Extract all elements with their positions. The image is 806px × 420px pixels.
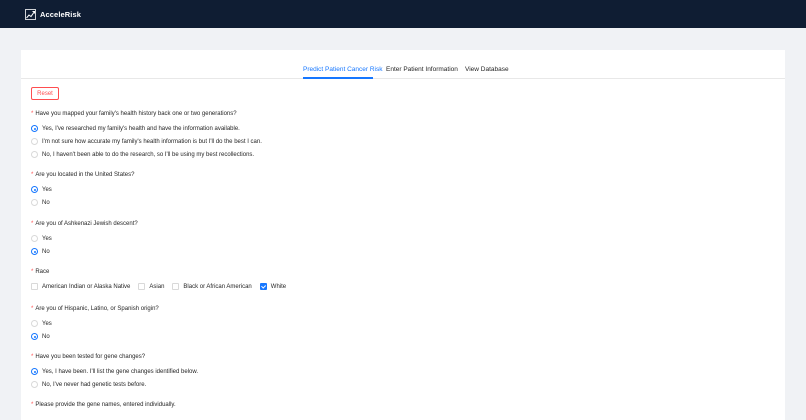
question-us-location: * Are you located in the United States? — [31, 172, 134, 178]
radio-ashkenazi-no[interactable]: No — [31, 248, 50, 255]
checkbox-checked-icon[interactable] — [259, 283, 267, 290]
option-label: Yes, I have been. I'll list the gene cha… — [42, 368, 199, 375]
required-marker: * — [31, 111, 34, 117]
question-label: Please provide the gene names, entered i… — [35, 402, 176, 408]
option-label: Yes — [42, 235, 52, 242]
radio-unchecked-icon[interactable] — [31, 138, 38, 145]
checkbox-unchecked-icon[interactable] — [31, 283, 38, 290]
checkbox-race-asian[interactable]: Asian — [138, 283, 164, 290]
tab-view-database[interactable]: View Database — [465, 66, 509, 73]
top-header-bar: AcceleRisk — [0, 0, 806, 28]
option-label: No, I've never had genetic tests before. — [42, 381, 147, 388]
option-label: Black or African American — [183, 283, 252, 290]
option-label: I'm not sure how accurate my family's he… — [42, 138, 262, 145]
option-label: Yes, I've researched my family's health … — [42, 125, 240, 132]
radio-unchecked-icon[interactable] — [31, 151, 38, 158]
question-gene-test: * Have you been tested for gene changes? — [31, 354, 145, 360]
checkbox-race-white[interactable]: White — [259, 283, 287, 290]
question-label: Have you been tested for gene changes? — [35, 354, 146, 360]
checkbox-race-american-indian[interactable]: American Indian or Alaska Native — [31, 283, 130, 290]
question-label: Are you of Hispanic, Latino, or Spanish … — [35, 306, 159, 312]
radio-checked-icon[interactable] — [31, 333, 38, 340]
chart-logo-icon — [25, 8, 36, 20]
option-label: Asian — [149, 283, 165, 290]
option-label: No — [42, 199, 50, 206]
question-label: Race — [35, 269, 50, 275]
radio-unchecked-icon[interactable] — [31, 199, 38, 206]
radio-unchecked-icon[interactable] — [31, 235, 38, 242]
checkbox-race-black[interactable]: Black or African American — [172, 283, 252, 290]
option-label: No — [42, 248, 50, 255]
option-label: Yes — [42, 186, 52, 193]
required-marker: * — [31, 269, 34, 275]
radio-gene-test-no[interactable]: No, I've never had genetic tests before. — [31, 381, 146, 388]
required-marker: * — [31, 402, 34, 408]
question-label: Are you of Ashkenazi Jewish descent? — [35, 221, 138, 227]
required-marker: * — [31, 221, 34, 227]
option-label: Yes — [42, 320, 52, 327]
question-ashkenazi: * Are you of Ashkenazi Jewish descent? — [31, 221, 138, 227]
tab-predict-patient-cancer-risk[interactable]: Predict Patient Cancer Risk — [303, 66, 382, 73]
radio-family-history-no[interactable]: No, I haven't been able to do the resear… — [31, 151, 254, 158]
radio-family-history-yes[interactable]: Yes, I've researched my family's health … — [31, 125, 240, 132]
option-label: No — [42, 333, 50, 340]
radio-us-location-yes[interactable]: Yes — [31, 186, 52, 193]
radio-unchecked-icon[interactable] — [31, 320, 38, 327]
required-marker: * — [31, 306, 34, 312]
radio-family-history-unsure[interactable]: I'm not sure how accurate my family's he… — [31, 138, 262, 145]
radio-us-location-no[interactable]: No — [31, 199, 50, 206]
radio-checked-icon[interactable] — [31, 248, 38, 255]
tab-bar: Predict Patient Cancer Risk Enter Patien… — [21, 50, 785, 79]
checkbox-unchecked-icon[interactable] — [138, 283, 146, 290]
question-family-history: * Have you mapped your family's health hi… — [31, 111, 237, 117]
question-gene-names: * Please provide the gene names, entered … — [31, 402, 176, 408]
main-card: Predict Patient Cancer Risk Enter Patien… — [21, 50, 785, 420]
reset-button[interactable]: Reset — [31, 87, 59, 100]
required-marker: * — [31, 354, 34, 360]
radio-hispanic-no[interactable]: No — [31, 333, 50, 340]
tab-enter-patient-information[interactable]: Enter Patient Information — [386, 66, 458, 73]
question-race: * Race — [31, 269, 49, 275]
required-marker: * — [31, 172, 34, 178]
option-label: American Indian or Alaska Native — [42, 283, 131, 290]
app-name: AcceleRisk — [40, 9, 82, 19]
radio-checked-icon[interactable] — [31, 186, 38, 193]
question-hispanic: * Are you of Hispanic, Latino, or Spanish… — [31, 306, 159, 312]
app-logo[interactable]: AcceleRisk — [25, 8, 82, 20]
question-label: Are you located in the United States? — [35, 172, 135, 178]
option-label: White — [270, 283, 287, 290]
radio-ashkenazi-yes[interactable]: Yes — [31, 235, 52, 242]
radio-checked-icon[interactable] — [31, 368, 38, 375]
radio-hispanic-yes[interactable]: Yes — [31, 320, 52, 327]
race-checkbox-group: American Indian or Alaska Native Asian B… — [31, 283, 294, 290]
radio-unchecked-icon[interactable] — [31, 381, 38, 388]
active-tab-indicator — [303, 77, 373, 79]
checkbox-unchecked-icon[interactable] — [172, 283, 180, 290]
radio-checked-icon[interactable] — [31, 125, 38, 132]
radio-gene-test-yes[interactable]: Yes, I have been. I'll list the gene cha… — [31, 368, 198, 375]
question-label: Have you mapped your family's health his… — [35, 111, 237, 117]
option-label: No, I haven't been able to do the resear… — [42, 151, 255, 158]
